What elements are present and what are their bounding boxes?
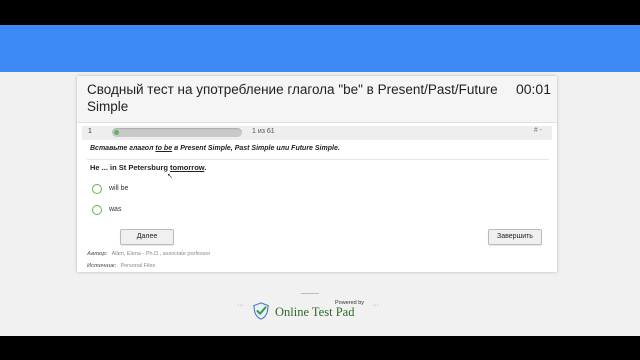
radio-circle-icon[interactable] [92, 184, 102, 194]
browser-bottom-bar [0, 336, 640, 360]
author-line: Автор: Allen, Elena - Ph.D., associate pr… [87, 251, 210, 257]
question-text: He ... in St Petersburg tomorrow. [90, 163, 206, 172]
answer-option-label[interactable]: will be [109, 185, 128, 192]
finish-button[interactable]: Завершить [488, 229, 542, 245]
browser-top-bar [0, 0, 640, 25]
footer-divider [301, 293, 319, 294]
question-underlined-word: tomorrow [170, 163, 205, 172]
instruction-text-start: Вставьте глагол [90, 145, 156, 152]
progress-count: 1 из 61 [252, 128, 275, 135]
question-instruction: Вставьте глагол to be в Present Simple, … [90, 145, 340, 152]
progress-bar [112, 128, 242, 137]
brand-logo-text[interactable]: Online Test Pad [275, 305, 354, 320]
site-header-bar [0, 25, 640, 72]
progress-bar-fill [114, 130, 119, 135]
instruction-verb: to be [155, 145, 173, 152]
source-line: Источник: Personal Files [87, 263, 155, 269]
author-value: Allen, Elena - Ph.D., associate professo… [111, 251, 211, 257]
footer-dots-right: ··· [372, 302, 379, 309]
quiz-timer: 00:01 [515, 81, 551, 97]
mouse-pointer-icon: ↖ [167, 173, 173, 180]
quiz-header: Сводный тест на употребление глагола "be… [77, 76, 557, 123]
question-text-start: He ... in St Petersburg [90, 163, 171, 172]
next-button[interactable]: Далее [120, 229, 174, 245]
progress-row: 1 1 из 61 # - [82, 126, 552, 140]
question-number: 1 [88, 128, 92, 135]
divider [87, 159, 549, 160]
answer-option-label[interactable]: was [109, 206, 121, 213]
author-label: Автор: [87, 251, 108, 257]
instruction-text-end: в Present Simple, Past Simple или Future… [172, 145, 340, 152]
radio-circle-icon[interactable] [92, 205, 102, 215]
check-shield-icon[interactable] [252, 302, 270, 320]
footer-dots-left: ··· [237, 302, 244, 309]
source-value: Personal Files [120, 263, 156, 269]
question-text-end: . [204, 163, 207, 172]
source-label: Источник: [87, 263, 117, 269]
question-menu-toggle[interactable]: # - [534, 127, 542, 134]
quiz-card: Сводный тест на употребление глагола "be… [77, 76, 557, 272]
quiz-title: Сводный тест на употребление глагола "be… [87, 82, 498, 114]
